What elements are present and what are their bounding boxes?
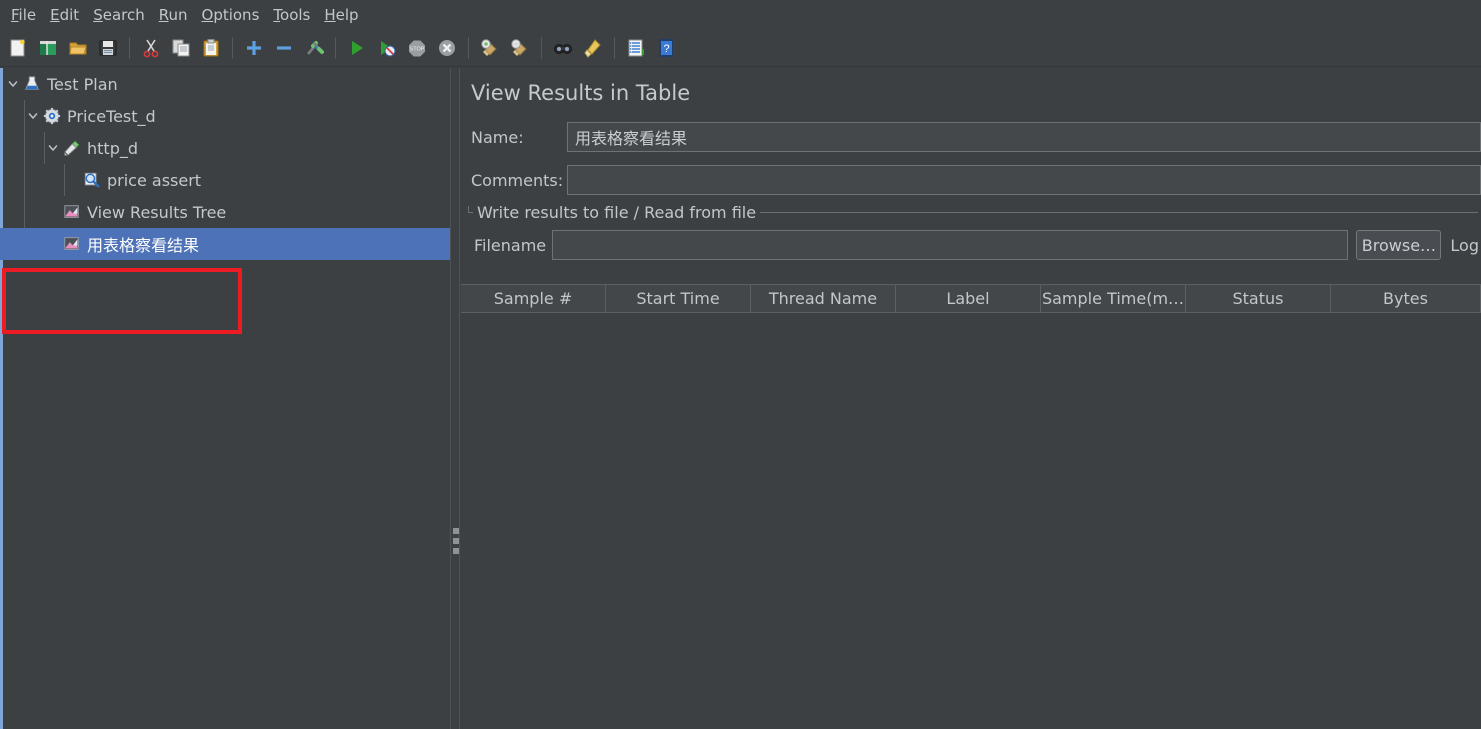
toolbar-separator [232,37,233,59]
copy-icon[interactable] [168,35,194,61]
start-icon[interactable] [344,35,370,61]
toolbar-separator [468,37,469,59]
tree-node-label: price assert [107,170,202,190]
collapse-all-icon[interactable] [271,35,297,61]
chevron-down-icon[interactable] [44,132,62,164]
tree-node-label: 用表格察看结果 [87,236,200,255]
tree-node[interactable]: View Results Tree [0,196,450,228]
save-icon[interactable] [95,35,121,61]
toolbar-separator [614,37,615,59]
tree-node-label: Test Plan [47,74,118,94]
tree-guide-line [44,132,45,164]
table-body[interactable] [461,313,1481,729]
tree-node-label: PriceTest_d [67,106,156,126]
results-table[interactable]: Sample # Start Time Thread Name Label Sample… [461,284,1481,729]
start-no-pauses-icon[interactable] [374,35,400,61]
tree-node-label: http_d [87,138,138,158]
table-column-header[interactable]: Sample # [461,285,606,312]
toolbar: STOP? [0,30,1481,67]
splitter-grip[interactable] [453,528,459,558]
comments-input[interactable] [567,165,1481,195]
shutdown-icon[interactable] [434,35,460,61]
svg-text:STOP: STOP [410,47,425,53]
tree-guide-line [64,164,65,196]
comments-row: Comments: [471,165,1481,195]
tree-node[interactable]: PriceTest_d [0,100,450,132]
listener-icon [62,202,82,222]
listener-config-panel: View Results in Table Name: 用表格察看结果 Comm… [460,68,1481,729]
name-row: Name: 用表格察看结果 [471,122,1481,152]
annotation-rectangle [2,268,242,334]
filename-label: Filename [474,235,547,255]
reset-search-icon[interactable] [580,35,606,61]
table-column-header[interactable]: Sample Time(m… [1041,285,1186,312]
tree-node[interactable]: Test Plan [0,68,450,100]
test-plan-icon [22,74,42,94]
menu-item-tools[interactable]: Tools [266,3,317,27]
tree-node[interactable]: http_d [0,132,450,164]
toolbar-separator [335,37,336,59]
menu-item-search[interactable]: Search [86,3,152,27]
thread-group-icon [42,106,62,126]
table-column-header[interactable]: Label [896,285,1041,312]
expand-all-icon[interactable] [241,35,267,61]
new-icon[interactable] [5,35,31,61]
menu-item-edit[interactable]: Edit [43,3,86,27]
menu-item-file[interactable]: File [4,3,43,27]
tree-node-label: View Results Tree [87,202,227,222]
listener-icon [62,234,82,254]
function-helper-icon[interactable] [623,35,649,61]
file-group-legend: Write results to file / Read from file [473,203,761,222]
table-column-header[interactable]: Status [1186,285,1331,312]
menu-bar: File Edit Search Run Options Tools Help [0,0,1481,30]
comments-label: Comments: [471,170,564,190]
tree-node-selected[interactable]: 用表格察看结果 [0,228,450,260]
help-icon[interactable]: ? [653,35,679,61]
svg-text:?: ? [663,43,669,55]
http-sampler-icon [62,138,82,158]
menu-item-options[interactable]: Options [195,3,267,27]
cut-icon[interactable] [138,35,164,61]
tree-node-list[interactable]: Test Plan PriceTest_d http_dprice assert Vi… [0,68,450,260]
paste-icon[interactable] [198,35,224,61]
table-header-row[interactable]: Sample # Start Time Thread Name Label Sample… [461,285,1481,313]
browse-button[interactable]: Browse… [1356,230,1442,260]
filename-input[interactable] [552,230,1349,260]
toggle-icon[interactable] [301,35,327,61]
table-column-header[interactable]: Bytes [1331,285,1481,312]
tree-node[interactable]: price assert [0,164,450,196]
panel-splitter[interactable] [450,68,460,729]
table-column-header[interactable]: Thread Name [751,285,896,312]
open-icon[interactable] [65,35,91,61]
clear-icon[interactable] [477,35,503,61]
tree-guide-line [24,100,25,228]
filename-row: Filename Browse… Log [474,230,1479,260]
toolbar-separator [129,37,130,59]
menu-item-run[interactable]: Run [152,3,195,27]
search-icon[interactable] [550,35,576,61]
name-input[interactable]: 用表格察看结果 [567,122,1481,152]
templates-icon[interactable] [35,35,61,61]
log-display-label: Log [1450,235,1479,255]
stop-icon[interactable]: STOP [404,35,430,61]
chevron-down-icon[interactable] [4,68,22,100]
assertion-icon [82,170,102,190]
page-title: View Results in Table [471,81,691,105]
menu-item-help[interactable]: Help [317,3,365,27]
clear-all-icon[interactable] [507,35,533,61]
toolbar-separator [541,37,542,59]
name-label: Name: [471,127,524,147]
chevron-down-icon[interactable] [24,100,42,132]
jmeter-window: File Edit Search Run Options Tools Help STOP? … [0,0,1481,729]
test-plan-tree-panel[interactable]: Test Plan PriceTest_d http_dprice assert Vi… [0,68,450,729]
table-column-header[interactable]: Start Time [606,285,751,312]
